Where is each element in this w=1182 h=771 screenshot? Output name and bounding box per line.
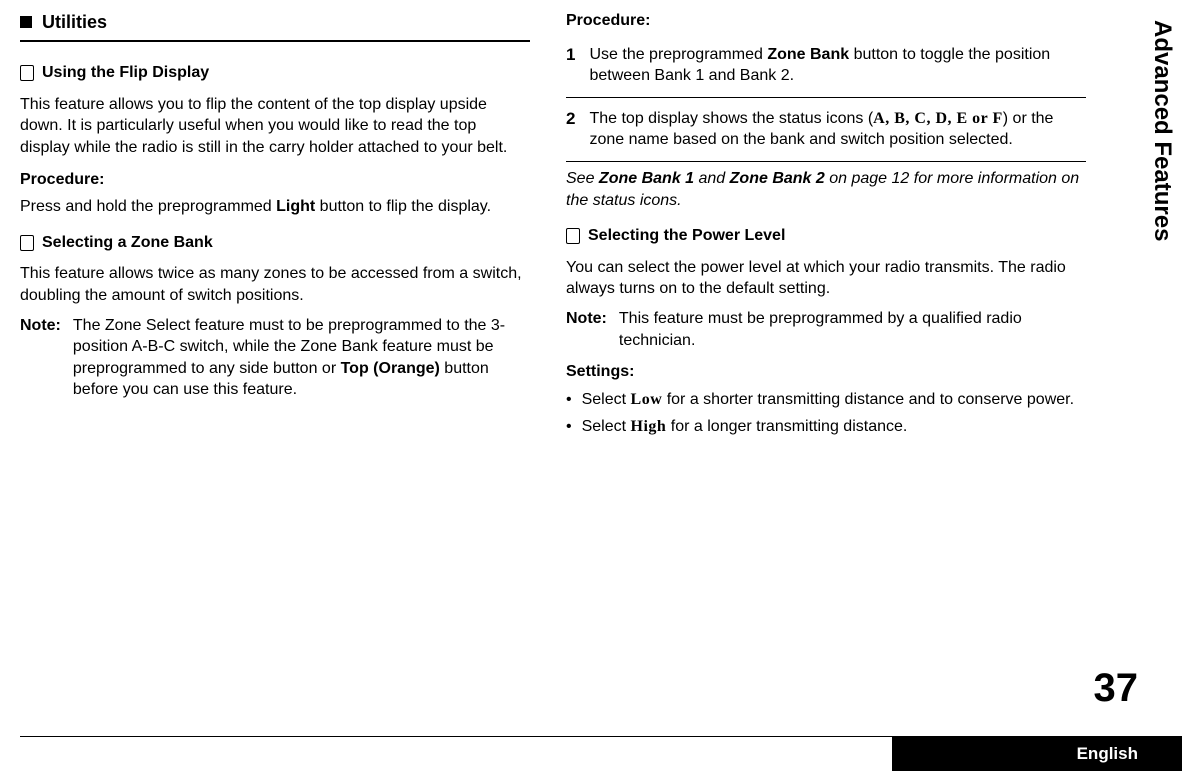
subtitle-power-level: Selecting the Power Level bbox=[566, 225, 1086, 247]
side-title-wrap: Advanced Features bbox=[1146, 20, 1176, 420]
low-pre: Select bbox=[582, 391, 631, 408]
subtitle-power-level-text: Selecting the Power Level bbox=[588, 225, 785, 247]
procedure-label-right: Procedure: bbox=[566, 10, 1086, 32]
step1-pre: Use the preprogrammed bbox=[589, 46, 767, 63]
settings-label: Settings: bbox=[566, 361, 1086, 383]
square-bullet-icon bbox=[20, 16, 32, 28]
language-label: English bbox=[1077, 744, 1138, 764]
left-column: Utilities Using the Flip Display This fe… bbox=[20, 10, 530, 444]
see-b1: Zone Bank 1 bbox=[599, 170, 694, 187]
section-title-utilities: Utilities bbox=[20, 10, 530, 34]
page-number: 37 bbox=[1094, 666, 1139, 711]
document-icon bbox=[20, 235, 34, 251]
flip-display-body: This feature allows you to flip the cont… bbox=[20, 94, 530, 159]
step-1-text: Use the preprogrammed Zone Bank button t… bbox=[589, 44, 1086, 87]
step-2-number: 2 bbox=[566, 108, 575, 151]
step-1-number: 1 bbox=[566, 44, 575, 87]
setting-high: Select High for a longer transmitting di… bbox=[566, 416, 1086, 438]
step-1: 1 Use the preprogrammed Zone Bank button… bbox=[566, 38, 1086, 98]
setting-low-text: Select Low for a shorter transmitting di… bbox=[582, 389, 1074, 411]
subtitle-flip-display-text: Using the Flip Display bbox=[42, 62, 209, 84]
section-title-text: Utilities bbox=[42, 10, 107, 34]
see-line: See Zone Bank 1 and Zone Bank 2 on page … bbox=[566, 168, 1086, 211]
setting-low: Select Low for a shorter transmitting di… bbox=[566, 389, 1086, 411]
step-2: 2 The top display shows the status icons… bbox=[566, 102, 1086, 162]
step-2-text: The top display shows the status icons (… bbox=[589, 108, 1086, 151]
subtitle-zone-bank: Selecting a Zone Bank bbox=[20, 232, 530, 254]
flip-post: button to flip the display. bbox=[315, 198, 491, 215]
note-label: Note: bbox=[20, 315, 61, 401]
side-title: Advanced Features bbox=[1148, 20, 1176, 241]
flip-pre: Press and hold the preprogrammed bbox=[20, 198, 276, 215]
page: Utilities Using the Flip Display This fe… bbox=[0, 0, 1182, 771]
content-columns: Utilities Using the Flip Display This fe… bbox=[20, 10, 1142, 444]
high-post: for a longer transmitting distance. bbox=[666, 418, 907, 435]
subtitle-flip-display: Using the Flip Display bbox=[20, 62, 530, 84]
see-mid: and bbox=[694, 170, 730, 187]
see-pre: See bbox=[566, 170, 599, 187]
note-text: This feature must be preprogrammed by a … bbox=[619, 308, 1086, 351]
note-label: Note: bbox=[566, 308, 607, 351]
language-tab: English bbox=[892, 737, 1182, 771]
flip-display-procedure: Press and hold the preprogrammed Light b… bbox=[20, 196, 530, 218]
flip-bold: Light bbox=[276, 198, 315, 215]
step2-pre: The top display shows the status icons ( bbox=[589, 110, 873, 127]
setting-high-text: Select High for a longer transmitting di… bbox=[582, 416, 908, 438]
bullet-icon bbox=[566, 416, 572, 438]
right-column: Procedure: 1 Use the preprogrammed Zone … bbox=[566, 10, 1086, 444]
procedure-label-flip: Procedure: bbox=[20, 169, 530, 191]
low-bold: Low bbox=[631, 391, 663, 408]
see-b2: Zone Bank 2 bbox=[730, 170, 825, 187]
subtitle-zone-bank-text: Selecting a Zone Bank bbox=[42, 232, 213, 254]
bullet-icon bbox=[566, 389, 572, 411]
note-text: The Zone Select feature must to be prepr… bbox=[73, 315, 530, 401]
power-level-note: Note: This feature must be preprogrammed… bbox=[566, 308, 1086, 351]
note-bold: Top (Orange) bbox=[341, 360, 440, 377]
settings-list: Select Low for a shorter transmitting di… bbox=[566, 389, 1086, 438]
zone-bank-body: This feature allows twice as many zones … bbox=[20, 263, 530, 306]
step1-bold: Zone Bank bbox=[767, 46, 849, 63]
high-pre: Select bbox=[582, 418, 631, 435]
low-post: for a shorter transmitting distance and … bbox=[662, 391, 1074, 408]
steps-list: 1 Use the preprogrammed Zone Bank button… bbox=[566, 38, 1086, 162]
step2-icons: A, B, C, D, E or F bbox=[873, 110, 1003, 127]
zone-bank-note: Note: The Zone Select feature must to be… bbox=[20, 315, 530, 401]
power-level-body: You can select the power level at which … bbox=[566, 257, 1086, 300]
document-icon bbox=[566, 228, 580, 244]
document-icon bbox=[20, 65, 34, 81]
high-bold: High bbox=[631, 418, 667, 435]
section-underline bbox=[20, 40, 530, 42]
